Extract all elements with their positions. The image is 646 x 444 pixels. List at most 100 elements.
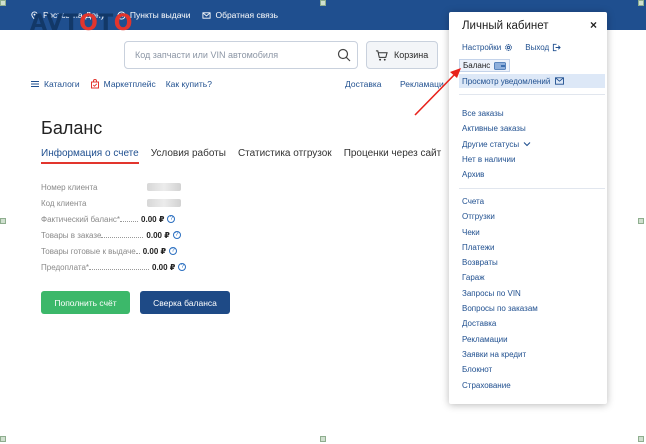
selection-handle[interactable] [638,0,644,6]
menu-item-vin-requests[interactable]: Запросы по VIN [462,286,538,301]
selection-handle[interactable] [0,218,6,224]
info-value: 0.00 ₽ [146,230,170,240]
feedback-label: Обратная связь [215,10,279,20]
how-to-buy-label: Как купить? [165,79,212,89]
main-nav: Каталоги Маркетплейс Как купить? [30,79,212,89]
logo-text-t2: T [98,11,114,36]
settings-link[interactable]: Настройки [462,43,513,52]
menu-item-notepad[interactable]: Блокнот [462,362,538,377]
settings-label: Настройки [462,43,502,52]
menu-item-active-orders[interactable]: Активные заказы [462,121,531,136]
menu-item-garage[interactable]: Гараж [462,270,538,285]
how-to-buy-link[interactable]: Как купить? [166,79,212,89]
claims-link[interactable]: Рекламаци [400,79,444,89]
menu-item-other-statuses[interactable]: Другие статусы [462,137,531,152]
selection-handle[interactable] [638,218,644,224]
info-label: Номер клиента [41,182,98,192]
selection-handle[interactable] [638,436,644,442]
logo-text-o2: O [113,11,133,36]
topup-account-button[interactable]: Пополнить счёт [41,291,130,314]
cart-icon [375,49,388,61]
wallet-icon [494,61,507,70]
search-box [124,41,358,69]
dotted-leader [135,248,140,254]
info-row-ready-items: Товары готовые к выдаче 0.00 ₽ ? [41,243,186,259]
pickup-points-label: Пункты выдачи [129,10,191,20]
marketplace-label: Маркетплейс [103,79,156,89]
menu-item-order-questions[interactable]: Вопросы по заказам [462,301,538,316]
menu-item-payments[interactable]: Платежи [462,240,538,255]
menu-item-receipts[interactable]: Чеки [462,225,538,240]
menu-icon [31,80,39,88]
tab-account-info[interactable]: Информация о счете [41,148,139,164]
catalogs-label: Каталоги [44,79,80,89]
info-label: Предоплата* [41,262,89,272]
selection-handle[interactable] [0,0,6,6]
help-icon[interactable]: ? [169,247,178,255]
balance-tabs: Информация о счете Условия работы Статис… [41,148,441,164]
redacted-value [147,183,181,191]
marketplace-link[interactable]: Маркетплейс [90,79,156,89]
info-label: Товары готовые к выдаче [41,246,136,256]
menu-item-delivery[interactable]: Доставка [462,316,538,331]
menu-item-out-of-stock[interactable]: Нет в наличии [462,152,531,167]
documents-menu: Счета Отгрузки Чеки Платежи Возвраты Гар… [462,194,538,393]
menu-item-returns[interactable]: Возвраты [462,255,538,270]
info-label: Фактический баланс* [41,214,121,224]
divider [459,94,605,95]
orders-menu: Все заказы Активные заказы Другие статус… [462,106,531,182]
search-input[interactable] [125,42,325,68]
info-row-items-in-order: Товары в заказе 0.00 ₽ ? [41,227,186,243]
selection-handle[interactable] [320,0,326,6]
cart-label: Корзина [394,50,429,60]
catalogs-menu[interactable]: Каталоги [30,79,80,89]
menu-item-credit-applications[interactable]: Заявки на кредит [462,347,538,362]
balance-reconciliation-button[interactable]: Сверка баланса [140,291,230,314]
tab-work-conditions[interactable]: Условия работы [151,148,226,164]
delivery-link[interactable]: Доставка [345,79,382,89]
menu-item-invoices[interactable]: Счета [462,194,538,209]
avtoto-logo[interactable]: AVTOTO [30,11,133,36]
menu-item-insurance[interactable]: Страхование [462,378,538,393]
tab-site-pricing[interactable]: Проценки через сайт [344,148,442,164]
dotted-leader [101,232,144,238]
chevron-down-icon [523,142,531,147]
dotted-leader [120,216,139,222]
help-icon[interactable]: ? [172,231,181,239]
feedback-link[interactable]: Обратная связь [202,10,278,20]
menu-item-claims[interactable]: Рекламации [462,332,538,347]
logout-icon [553,43,561,52]
info-value: 0.00 ₽ [142,246,167,256]
dropdown-actions: Настройки Выход [462,43,561,52]
mail-icon [202,11,212,19]
dotted-leader [89,264,149,270]
envelope-icon [555,77,565,85]
info-row-client-code: Код клиента [41,195,186,211]
account-info-table: Номер клиента Код клиента Фактический ба… [41,179,187,275]
divider [459,188,605,189]
info-label: Товары в заказе [41,230,102,240]
close-icon[interactable]: × [590,18,597,32]
info-value: 0.00 ₽ [141,214,165,224]
selection-handle[interactable] [0,436,6,442]
tab-shipment-stats[interactable]: Статистика отгрузок [238,148,332,164]
logout-link[interactable]: Выход [525,43,561,52]
balance-label: Баланс [463,61,491,70]
menu-item-all-orders[interactable]: Все заказы [462,106,531,121]
menu-item-shipments[interactable]: Отгрузки [462,209,538,224]
notifications-label: Просмотр уведомлений [462,76,551,86]
logo-text-t1: T [63,11,80,36]
cart-button[interactable]: Корзина [366,41,438,69]
menu-item-archive[interactable]: Архив [462,167,531,182]
help-icon[interactable]: ? [167,215,176,223]
help-icon[interactable]: ? [178,263,187,271]
logo-text-o1: O [79,11,99,36]
balance-link[interactable]: Баланс [459,59,511,72]
view-notifications-link[interactable]: Просмотр уведомлений [459,74,605,88]
page-title: Баланс [41,118,103,138]
selection-handle[interactable] [320,436,326,442]
search-icon[interactable] [337,48,351,62]
account-dropdown: Личный кабинет × Настройки Выход Баланс … [449,12,607,404]
gear-icon [505,44,513,51]
logo-text-av: AV [30,11,64,36]
